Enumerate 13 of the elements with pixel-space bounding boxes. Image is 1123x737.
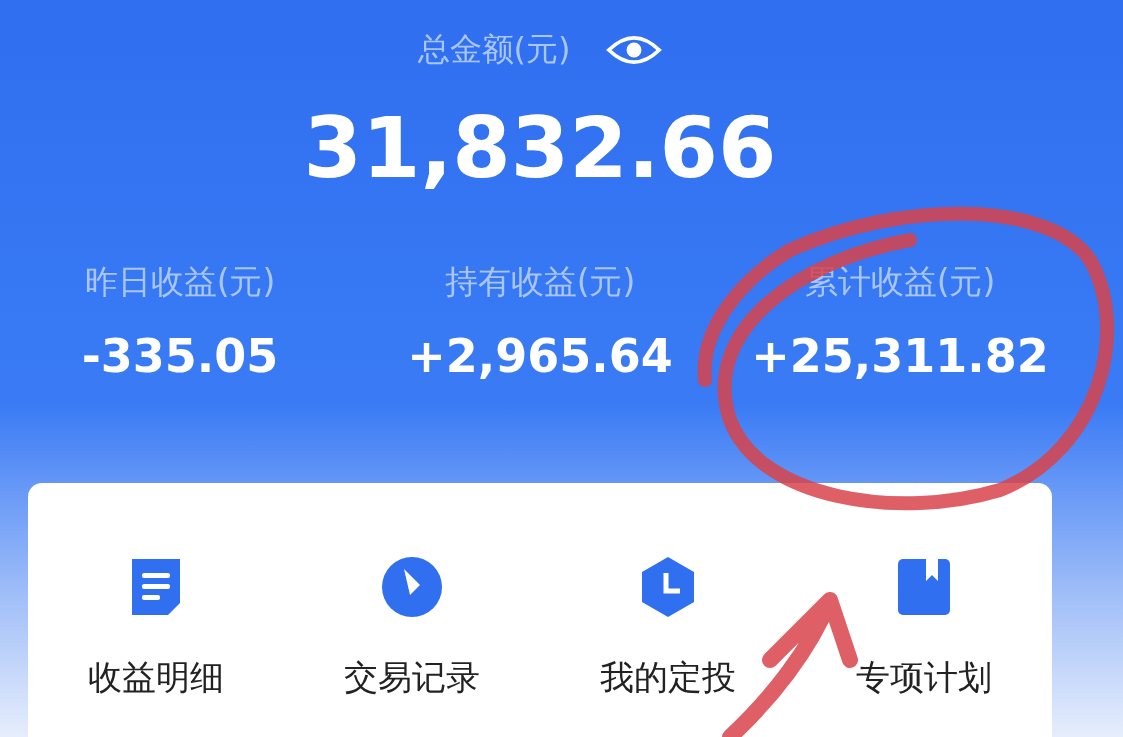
stat-value: -335.05 [81, 333, 279, 379]
shortcut-label[interactable]: 我的定投 [600, 655, 736, 701]
total-amount-label: 总金额(元) [417, 29, 571, 70]
stat-label: 持有收益(元) [444, 261, 636, 303]
shortcut-label[interactable]: 收益明细 [88, 655, 224, 701]
total-amount: 31,832.66 [303, 106, 777, 190]
stat-label: 累计收益(元) [804, 261, 996, 303]
stat-label: 昨日收益(元) [84, 261, 276, 303]
shortcut-label[interactable]: 专项计划 [856, 655, 992, 701]
shortcut-label[interactable]: 交易记录 [344, 655, 480, 701]
stat-value: +2,965.64 [407, 333, 673, 379]
stat-value: +25,311.82 [751, 333, 1049, 379]
compass-icon[interactable] [380, 555, 444, 619]
